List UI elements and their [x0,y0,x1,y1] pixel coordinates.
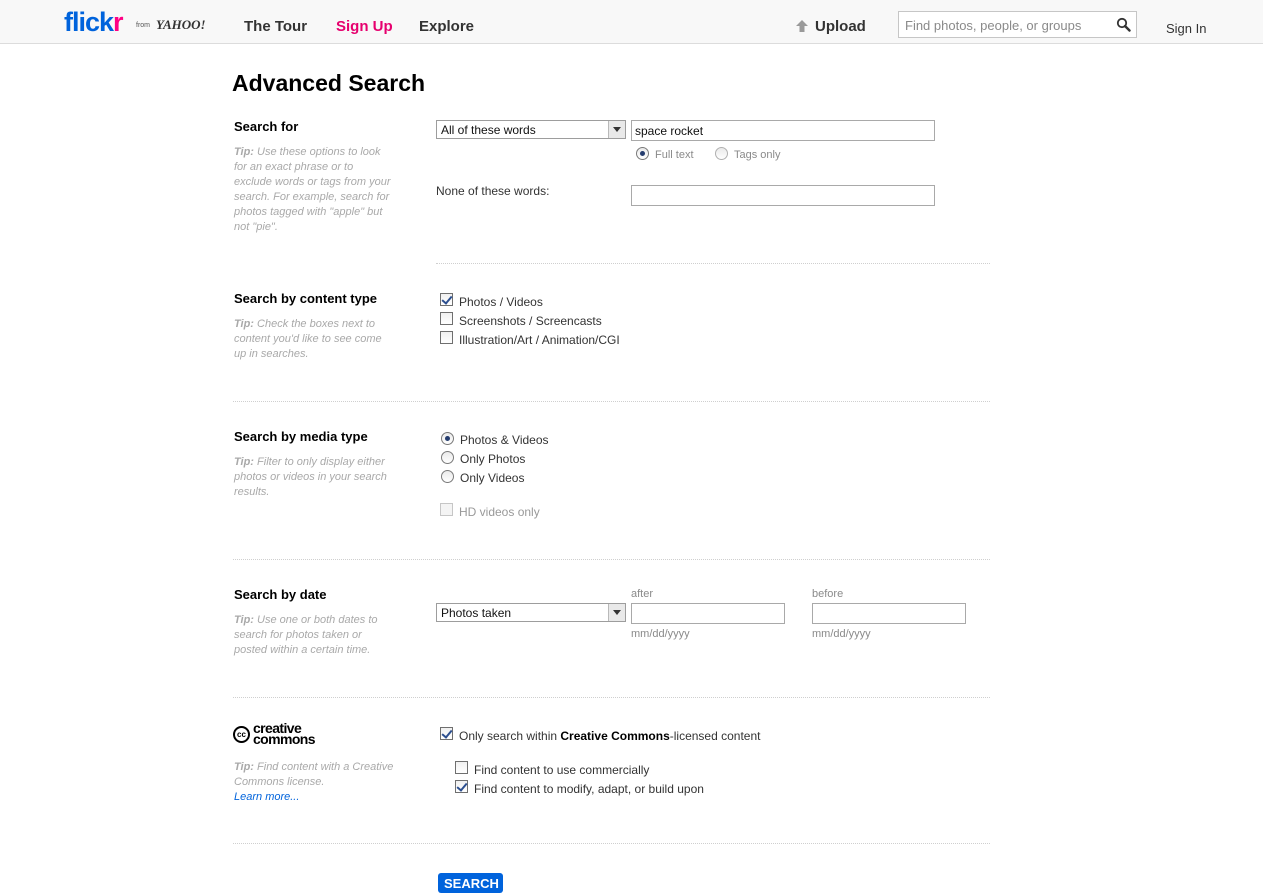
only-videos-label: Only Videos [460,471,525,485]
logo-r: r [113,7,123,37]
divider [233,843,990,844]
cc-line2: commons [253,731,316,747]
photos-videos-label: Photos / Videos [459,295,543,309]
tags-only-radio[interactable] [715,147,728,160]
date-tip: Tip: Use one or both dates to search for… [234,613,394,658]
media-type-title: Search by media type [234,429,368,444]
illustration-checkbox[interactable] [440,331,453,344]
content-type-title: Search by content type [234,291,378,306]
logo-flick: flick [64,7,114,37]
date-title: Search by date [234,587,327,602]
match-type-value: All of these words [441,123,536,137]
logo-yahoo: YAHOO! [156,17,206,32]
only-cc-checkbox[interactable] [440,727,453,740]
learn-more-link[interactable]: Learn more... [234,791,299,803]
full-text-radio[interactable] [636,147,649,160]
chevron-down-icon [608,121,625,138]
divider [436,263,990,264]
after-date-input[interactable] [631,603,785,624]
none-of-these-label: None of these words: [436,184,550,198]
nav-the-tour[interactable]: The Tour [244,18,307,35]
header-search-input[interactable] [905,16,1105,34]
tip-text: Use one or both dates to search for phot… [234,614,378,656]
only-cc-pre: Only search within [459,729,561,743]
upload-arrow-icon [796,20,808,32]
tags-only-label: Tags only [734,149,781,161]
date-type-select[interactable]: Photos taken [436,603,626,622]
only-videos-radio[interactable] [441,470,454,483]
logo-from: from [136,22,150,29]
divider [233,697,990,698]
date-type-value: Photos taken [441,606,512,620]
only-cc-bold: Creative Commons [560,729,670,743]
screenshots-label: Screenshots / Screencasts [459,314,602,328]
upload-label: Upload [815,18,866,35]
hd-videos-checkbox[interactable] [440,503,453,516]
match-type-select[interactable]: All of these words [436,120,626,139]
photos-videos-checkbox[interactable] [440,293,453,306]
search-for-tip: Tip: Use these options to look for an ex… [234,145,394,235]
cc-icon: cc [233,726,250,743]
commercial-checkbox[interactable] [455,761,468,774]
only-cc-label: Only search within Creative Commons-lice… [459,729,760,743]
page-title: Advanced Search [232,70,426,96]
only-photos-radio[interactable] [441,451,454,464]
header-search-box [898,11,1137,38]
photos-and-videos-label: Photos & Videos [460,433,549,447]
divider [233,401,990,402]
tip-text: Use these options to look for an exact p… [234,146,391,233]
tip-text: Check the boxes next to content you'd li… [234,318,382,360]
modify-label: Find content to modify, adapt, or build … [474,782,704,796]
illustration-label: Illustration/Art / Animation/CGI [459,333,620,347]
before-format-hint: mm/dd/yyyy [812,628,871,640]
tip-prefix: Tip: [234,761,254,773]
tip-prefix: Tip: [234,614,254,626]
creative-commons-logo: cc creative commons [233,721,333,749]
content-type-tip: Tip: Check the boxes next to content you… [234,317,394,362]
tip-prefix: Tip: [234,146,254,158]
tip-prefix: Tip: [234,456,254,468]
full-text-label: Full text [655,149,694,161]
tip-text: Find content with a Creative Commons lic… [234,761,394,788]
none-of-these-input[interactable] [631,185,935,206]
modify-checkbox[interactable] [455,780,468,793]
only-photos-label: Only Photos [460,452,526,466]
after-format-hint: mm/dd/yyyy [631,628,690,640]
search-query-input[interactable] [631,120,935,141]
commercial-label: Find content to use commercially [474,763,650,777]
sign-in-link[interactable]: Sign In [1166,21,1206,36]
hd-videos-label: HD videos only [459,505,540,519]
nav-explore[interactable]: Explore [419,18,474,35]
media-type-tip: Tip: Filter to only display either photo… [234,455,394,500]
before-label: before [812,588,844,600]
only-cc-post: -licensed content [669,729,761,743]
photos-and-videos-radio[interactable] [441,432,454,445]
flickr-wordmark: flickr [64,8,123,36]
chevron-down-icon [608,604,625,621]
search-for-title: Search for [234,119,299,134]
after-label: after [631,588,654,600]
before-date-input[interactable] [812,603,966,624]
tip-text: Filter to only display either photos or … [234,456,387,498]
search-button[interactable]: SEARCH [438,873,503,893]
top-nav-bar: flickr from YAHOO! The Tour Sign Up Expl… [0,0,1263,44]
search-icon[interactable] [1116,17,1131,32]
cc-wordmark: creative commons [253,721,316,747]
nav-sign-up[interactable]: Sign Up [336,18,393,35]
screenshots-checkbox[interactable] [440,312,453,325]
divider [233,559,990,560]
tip-prefix: Tip: [234,318,254,330]
cc-tip: Tip: Find content with a Creative Common… [234,760,394,805]
